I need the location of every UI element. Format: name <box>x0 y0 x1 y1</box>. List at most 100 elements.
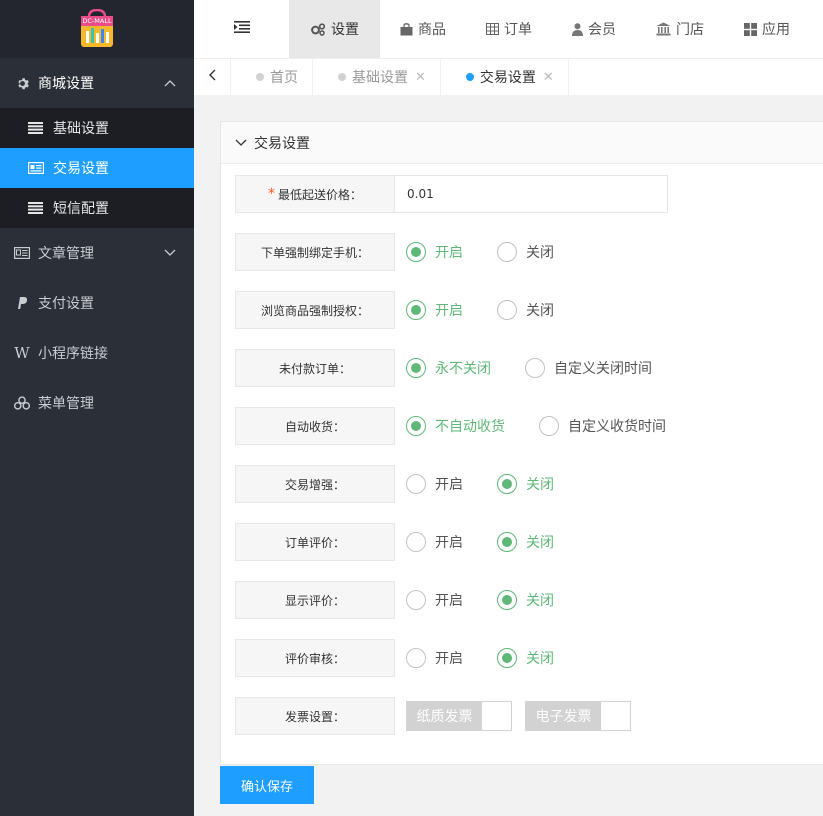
form-label: 显示评价： <box>235 581 395 619</box>
radio-option[interactable]: 开启 <box>406 648 463 668</box>
sidebar-item-menu-management[interactable]: 菜单管理 <box>0 378 194 428</box>
radio-option[interactable]: 永不关闭 <box>406 358 491 378</box>
radio-label: 开启 <box>435 303 463 319</box>
radio-group: 开启 关闭 <box>406 590 588 610</box>
radio-label: 开启 <box>435 593 463 609</box>
page-tab-basic-settings[interactable]: 基础设置 ✕ <box>313 59 441 95</box>
sidebar-toggle-button[interactable] <box>194 0 289 58</box>
radio-option[interactable]: 关闭 <box>497 242 554 262</box>
radio-unchecked-icon <box>406 648 426 668</box>
form-label: 浏览商品强制授权： <box>235 291 395 329</box>
page-tab-label: 基础设置 <box>352 70 408 86</box>
save-button[interactable]: 确认保存 <box>220 766 314 804</box>
page-tabs: 首页 基础设置 ✕ 交易设置 ✕ <box>194 58 823 95</box>
radio-option[interactable]: 开启 <box>406 532 463 552</box>
row-min-price: * 最低起送价格： <box>235 175 668 213</box>
radio-label: 关闭 <box>526 593 554 609</box>
list-icon <box>28 122 44 134</box>
tab-dot <box>338 73 346 81</box>
paper-invoice-switch[interactable]: 纸质发票 <box>406 701 512 731</box>
radio-option[interactable]: 自定义关闭时间 <box>525 358 652 378</box>
radio-option[interactable]: 开启 <box>406 242 463 262</box>
page-tab-label: 首页 <box>270 70 298 86</box>
radio-checked-icon <box>497 590 517 610</box>
page-tab-trade-settings[interactable]: 交易设置 ✕ <box>441 59 569 95</box>
panel-header[interactable]: 交易设置 <box>221 122 823 164</box>
logo[interactable]: DC-MALL <box>78 8 116 49</box>
radio-option[interactable]: 关闭 <box>497 590 554 610</box>
radio-label: 自定义收货时间 <box>568 419 666 435</box>
radio-option[interactable]: 不自动收货 <box>406 416 505 436</box>
radio-option[interactable]: 关闭 <box>497 648 554 668</box>
row-unpaid: 未付款订单： 永不关闭 自定义关闭时间 <box>235 349 686 387</box>
top-tab-settings[interactable]: 设置 <box>289 0 380 58</box>
close-icon[interactable]: ✕ <box>415 70 426 85</box>
trade-settings-panel: 交易设置 *最低起送价格： 下单强制绑定手机：开启关闭浏览商品强制授权：开启关闭… <box>220 121 823 765</box>
table-icon <box>486 23 499 35</box>
radio-unchecked-icon <box>497 242 517 262</box>
sidebar-item-articles[interactable]: 文章管理 <box>0 228 194 278</box>
row-order-review: 订单评价： 开启 关闭 <box>235 523 588 561</box>
row-invoice: 发票设置： 纸质发票 电子发票 <box>235 697 644 735</box>
sidebar-item-mall-settings[interactable]: 商城设置 <box>0 58 194 108</box>
form-label: 发票设置： <box>235 697 395 735</box>
sidebar-item-payment[interactable]: 支付设置 <box>0 278 194 328</box>
radio-group: 开启 关闭 <box>406 242 588 262</box>
tab-dot <box>465 73 474 81</box>
radio-option[interactable]: 自定义收货时间 <box>539 416 666 436</box>
sidebar-item-label: 菜单管理 <box>38 396 94 412</box>
tabs-prev-button[interactable] <box>194 59 231 95</box>
close-icon[interactable]: ✕ <box>543 70 554 85</box>
top-tab-orders[interactable]: 订单 <box>466 0 552 58</box>
radio-option[interactable]: 开启 <box>406 474 463 494</box>
sidebar-item-sms-config[interactable]: 短信配置 <box>0 188 194 228</box>
chevron-up-icon <box>164 76 176 90</box>
top-tab-apps[interactable]: 应用 <box>724 0 810 58</box>
form-label: 评价审核： <box>235 639 395 677</box>
radio-group: 开启 关闭 <box>406 300 588 320</box>
radio-label: 自定义关闭时间 <box>554 361 652 377</box>
radio-checked-icon <box>406 242 426 262</box>
sidebar-item-miniprogram-links[interactable]: W 小程序链接 <box>0 328 194 378</box>
gears-icon <box>310 22 326 36</box>
top-tab-members[interactable]: 会员 <box>552 0 636 58</box>
radio-unchecked-icon <box>406 590 426 610</box>
row-bind-phone: 下单强制绑定手机： 开启 关闭 <box>235 233 588 271</box>
radio-label: 开启 <box>435 535 463 551</box>
form-label: 下单强制绑定手机： <box>235 233 395 271</box>
chevron-down-icon <box>235 139 247 147</box>
sidebar-item-label: 文章管理 <box>38 246 94 262</box>
radio-option[interactable]: 关闭 <box>497 474 554 494</box>
top-tab-stores[interactable]: 门店 <box>636 0 724 58</box>
logo-area: DC-MALL <box>0 0 194 58</box>
indent-icon <box>233 21 250 37</box>
list-icon <box>28 202 44 214</box>
radio-unchecked-icon <box>406 532 426 552</box>
sidebar-item-basic-settings[interactable]: 基础设置 <box>0 108 194 148</box>
row-trade-enhance: 交易增强： 开启 关闭 <box>235 465 588 503</box>
radio-option[interactable]: 开启 <box>406 300 463 320</box>
sidebar-item-trade-settings[interactable]: 交易设置 <box>0 148 194 188</box>
row-force-auth: 浏览商品强制授权： 开启 关闭 <box>235 291 588 329</box>
top-tab-label: 订单 <box>504 22 532 38</box>
radio-label: 永不关闭 <box>435 361 491 377</box>
content-area: 交易设置 *最低起送价格： 下单强制绑定手机：开启关闭浏览商品强制授权：开启关闭… <box>194 95 823 816</box>
form-label: * 最低起送价格： <box>235 175 395 213</box>
radio-option[interactable]: 关闭 <box>497 300 554 320</box>
radio-option[interactable]: 关闭 <box>497 532 554 552</box>
electronic-invoice-switch[interactable]: 电子发票 <box>525 701 631 731</box>
radio-checked-icon <box>497 474 517 494</box>
min-price-input[interactable] <box>395 175 668 213</box>
page-tab-label: 交易设置 <box>479 70 536 86</box>
radio-label: 关闭 <box>526 245 554 261</box>
invoice-switches: 纸质发票 电子发票 <box>406 701 644 731</box>
radio-label: 关闭 <box>526 303 554 319</box>
page-tab-home[interactable]: 首页 <box>231 59 313 95</box>
radio-option[interactable]: 开启 <box>406 590 463 610</box>
sidebar-item-label: 短信配置 <box>53 201 109 217</box>
radio-checked-icon <box>406 416 426 436</box>
radio-label: 不自动收货 <box>435 419 505 435</box>
top-nav: 设置 商品 订单 会员 门店 应用 <box>194 0 823 58</box>
tab-dot <box>256 73 264 81</box>
top-tab-products[interactable]: 商品 <box>380 0 466 58</box>
